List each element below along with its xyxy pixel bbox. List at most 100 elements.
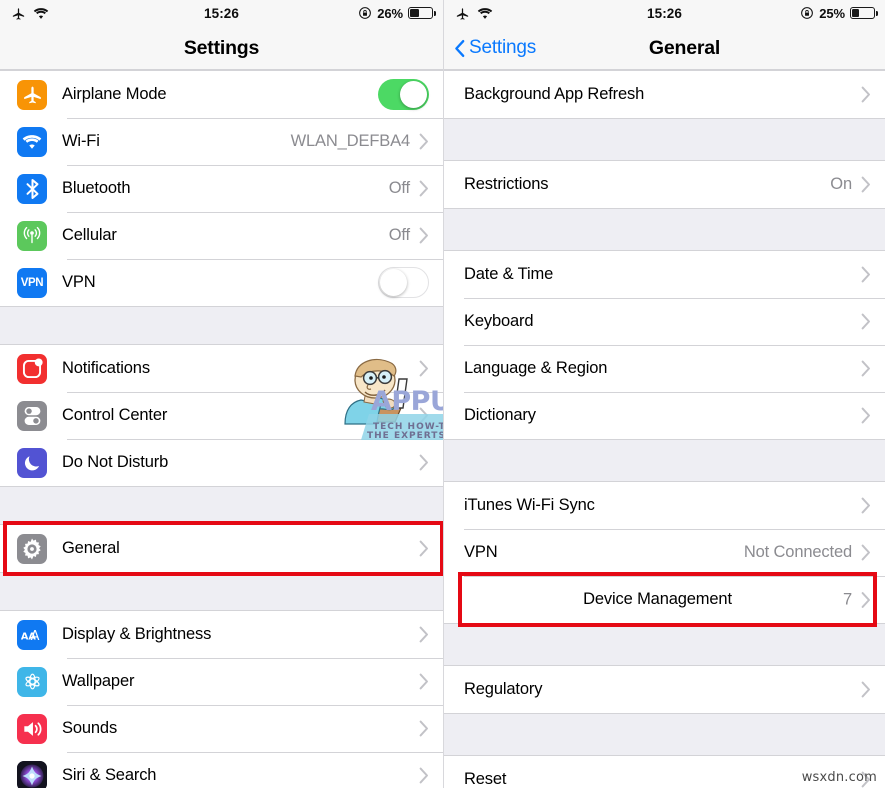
battery-percentage-left: 26% (377, 5, 403, 21)
list-item-label: Siri & Search (62, 766, 157, 784)
toggle-knob (380, 269, 407, 296)
sounds-icon (17, 713, 47, 744)
list-item-label: iTunes Wi-Fi Sync (464, 496, 595, 514)
do-not-disturb-icon (17, 447, 47, 478)
chevron-right-icon (419, 454, 428, 471)
list-item[interactable]: Wallpaper (0, 658, 443, 705)
list-item-label: Date & Time (464, 265, 554, 283)
list-item[interactable]: Sounds (0, 705, 443, 752)
list-item-value: Not Connected (743, 543, 852, 561)
group-separator (0, 573, 443, 610)
list-item-label: Dictionary (464, 406, 536, 424)
list-item[interactable]: Siri & Search (0, 752, 443, 788)
status-bar-right-icons-left: 26% (358, 0, 436, 26)
svg-text:A: A (31, 629, 40, 644)
list-item[interactable]: Date & Time (444, 251, 885, 298)
list-item-label: General (62, 539, 120, 557)
navbar-left: Settings (0, 26, 443, 70)
battery-icon-right (850, 7, 878, 19)
chevron-right-icon (419, 626, 428, 643)
list-group: iTunes Wi-Fi Sync VPN Not Connected Device … (444, 481, 885, 624)
list-item[interactable]: Restrictions On (444, 161, 885, 208)
chevron-right-icon (861, 176, 870, 193)
list-group: AA A Display & Brightness Wallpaper Sounds Si… (0, 610, 443, 788)
wifi-icon (17, 126, 47, 157)
general-list: Background App Refresh Restrictions On Date… (444, 70, 885, 788)
list-item[interactable]: Device Management 7 (444, 576, 885, 623)
chevron-right-icon (419, 407, 428, 424)
list-item-label: Display & Brightness (62, 625, 212, 643)
list-item-label: Reset (464, 770, 507, 788)
list-group: Date & Time Keyboard Language & Region Dict… (444, 250, 885, 440)
list-item-label: Airplane Mode (62, 85, 167, 103)
list-item-label: Background App Refresh (464, 85, 645, 103)
list-item-label: Wallpaper (62, 672, 135, 690)
battery-percentage-right: 25% (819, 5, 845, 21)
list-item[interactable]: Do Not Disturb (0, 439, 443, 486)
list-item[interactable]: VPN Not Connected (444, 529, 885, 576)
bluetooth-icon (17, 173, 47, 204)
list-item-label: VPN (464, 543, 498, 561)
list-item-value: On (830, 175, 852, 193)
list-item[interactable]: Reset (444, 756, 885, 788)
list-item-value: Off (388, 179, 410, 197)
list-item-label: Do Not Disturb (62, 453, 169, 471)
chevron-right-icon (419, 673, 428, 690)
chevron-right-icon (861, 497, 870, 514)
group-separator (444, 624, 885, 665)
group-separator (444, 714, 885, 755)
list-item-label: Sounds (62, 719, 118, 737)
list-item[interactable]: iTunes Wi-Fi Sync (444, 482, 885, 529)
chevron-right-icon (419, 767, 428, 784)
list-item-label: Cellular (62, 226, 117, 244)
list-item[interactable]: VPN VPN (0, 259, 443, 306)
list-item[interactable]: Wi-Fi WLAN_DEFBA4 (0, 118, 443, 165)
page-title-general: General (648, 36, 721, 59)
toggle-on[interactable] (378, 79, 429, 110)
toggle-off[interactable] (378, 267, 429, 298)
settings-list: Airplane Mode Wi-Fi WLAN_DEFBA4 Bluetooth Of… (0, 70, 443, 788)
chevron-right-icon (419, 360, 428, 377)
group-separator (444, 440, 885, 481)
list-group: Background App Refresh (444, 70, 885, 119)
list-item-label: Regulatory (464, 680, 543, 698)
rotation-lock-icon (801, 7, 814, 19)
list-group: Reset (444, 755, 885, 788)
list-group: Restrictions On (444, 160, 885, 209)
chevron-right-icon (419, 133, 428, 150)
group-separator (0, 307, 443, 344)
list-item[interactable]: AA A Display & Brightness (0, 611, 443, 658)
list-item[interactable]: Cellular Off (0, 212, 443, 259)
list-item[interactable]: General (0, 525, 443, 572)
list-item-label: Language & Region (464, 359, 608, 377)
list-item[interactable]: Airplane Mode (0, 71, 443, 118)
status-bar-right-icons-right: 25% (800, 0, 878, 26)
list-item[interactable]: Notifications (0, 345, 443, 392)
navbar-right: Settings General (444, 26, 885, 70)
chevron-right-icon (419, 180, 428, 197)
list-item[interactable]: Regulatory (444, 666, 885, 713)
status-bar-left: 15:26 26% (0, 0, 443, 26)
list-item[interactable]: Background App Refresh (444, 71, 885, 118)
list-item[interactable]: Keyboard (444, 298, 885, 345)
control-center-icon (17, 400, 47, 431)
notifications-icon (17, 353, 47, 384)
list-group: Notifications Control Center Do Not Distur… (0, 344, 443, 487)
list-item-label: Bluetooth (62, 179, 131, 197)
list-item-label: Keyboard (464, 312, 534, 330)
chevron-right-icon (861, 544, 870, 561)
list-item[interactable]: Bluetooth Off (0, 165, 443, 212)
chevron-right-icon (861, 681, 870, 698)
list-item[interactable]: Dictionary (444, 392, 885, 439)
gear-icon (17, 533, 47, 564)
chevron-right-icon (419, 720, 428, 737)
chevron-right-icon (861, 86, 870, 103)
list-item-label: Control Center (62, 406, 168, 424)
list-item[interactable]: Control Center (0, 392, 443, 439)
list-item-label: VPN (62, 273, 96, 291)
list-item[interactable]: Language & Region (444, 345, 885, 392)
list-item-value: WLAN_DEFBA4 (290, 132, 411, 150)
chevron-right-icon (861, 266, 870, 283)
list-item-value: 7 (842, 590, 852, 608)
chevron-right-icon (861, 771, 870, 788)
